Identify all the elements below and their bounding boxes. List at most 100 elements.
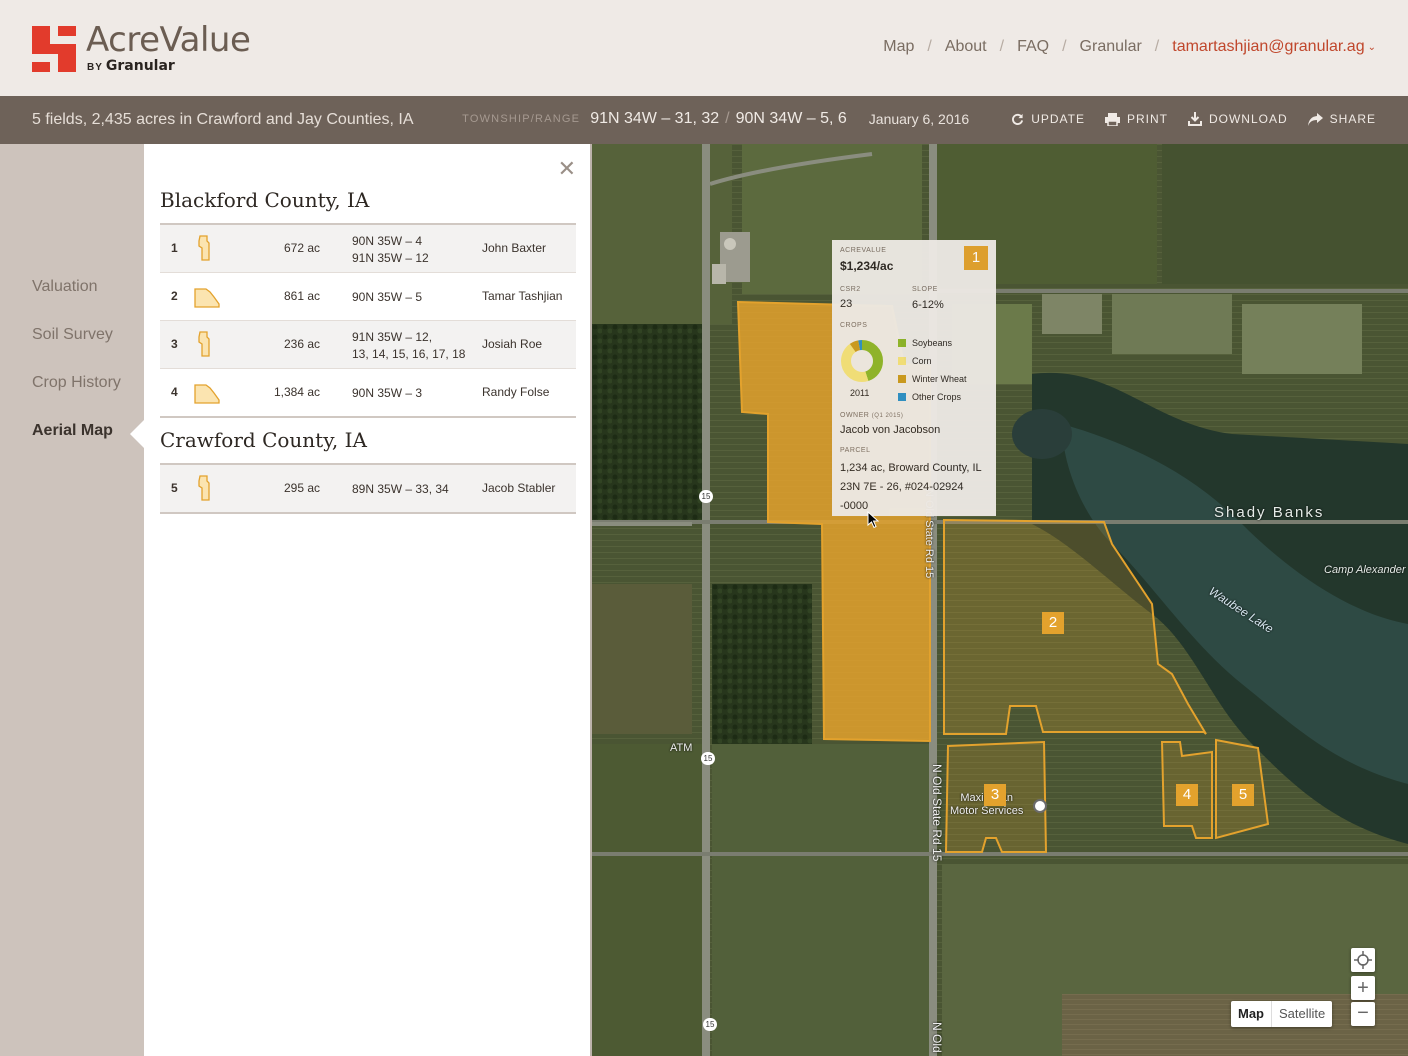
printer-icon <box>1104 112 1120 126</box>
report-date: January 6, 2016 <box>868 111 970 127</box>
chevron-down-icon[interactable]: ⌄ <box>1368 42 1376 53</box>
share-icon <box>1307 112 1323 126</box>
report-summary: 5 fields, 2,435 acres in Crawford and Ja… <box>32 111 414 128</box>
crop-swatch <box>898 393 906 401</box>
field-marker[interactable]: 2 <box>1042 612 1064 634</box>
crop-name: Other Crops <box>912 392 962 402</box>
crosshair-icon <box>1354 951 1372 969</box>
user-menu[interactable]: tamartashjian@granular.ag <box>1172 38 1364 56</box>
field-number: 1 <box>171 241 178 255</box>
download-button[interactable]: DOWNLOAD <box>1187 112 1288 126</box>
sidebar-item-soil-survey[interactable]: Soil Survey <box>32 326 113 344</box>
table-row[interactable]: 3 236 ac 91N 35W – 12, 13, 14, 15, 16, 17… <box>160 321 576 369</box>
tooltip-acrevalue: $1,234/ac <box>840 259 894 273</box>
map-label-atm: ATM <box>670 742 693 754</box>
download-icon <box>1187 112 1202 126</box>
sidebar-item-valuation[interactable]: Valuation <box>32 278 98 296</box>
parcel-line: -0000 <box>840 500 869 512</box>
map-label-road: N Old State Rd 15 <box>930 764 944 862</box>
crop-legend-item: Other Crops <box>898 392 961 402</box>
crop-name: Soybeans <box>912 338 953 348</box>
aerial-map[interactable]: Shady Banks Camp Alexander Waubee Lake N… <box>592 144 1408 1056</box>
township-range-label: TOWNSHIP/RANGE <box>462 113 581 125</box>
crop-name: Winter Wheat <box>912 374 967 384</box>
brand-byline: BY Granular <box>87 57 175 74</box>
acrevalue-logo-icon[interactable] <box>32 26 76 72</box>
trs-line: 13, 14, 15, 16, 17, 18 <box>352 347 466 361</box>
owner-sublabel: (Q1 2015) <box>871 413 904 419</box>
refresh-icon <box>1012 113 1024 125</box>
byline-prefix: BY <box>87 62 103 73</box>
field-owner: Jacob Stabler <box>482 481 556 495</box>
route-shield-icon: 15 <box>699 490 713 503</box>
township-range-value: 90N 34W – 5, 6 <box>735 110 847 127</box>
route-shield-icon: 15 <box>701 752 715 765</box>
map-label-shady-banks: Shady Banks <box>1214 504 1325 521</box>
field-number: 3 <box>171 337 178 351</box>
field-shape-icon <box>194 384 220 404</box>
field-township-range: 90N 35W – 5 <box>352 290 423 304</box>
map-type-map[interactable]: Map <box>1231 1001 1272 1027</box>
nav-separator: / <box>927 38 932 55</box>
trs-line: 91N 35W – 12, <box>352 330 433 344</box>
sidebar-item-aerial-map[interactable]: Aerial Map <box>32 422 113 440</box>
print-button[interactable]: PRINT <box>1104 112 1168 126</box>
download-label: DOWNLOAD <box>1208 112 1288 126</box>
print-label: PRINT <box>1126 112 1168 126</box>
locate-button[interactable] <box>1351 948 1375 972</box>
close-icon[interactable]: ✕ <box>558 156 576 182</box>
business-pin-icon <box>1033 799 1047 813</box>
app-header: AcreValue BY Granular Map / About / FAQ /… <box>0 0 1408 96</box>
map-type-toggle: Map Satellite <box>1231 1001 1333 1027</box>
nav-map[interactable]: Map <box>883 38 914 56</box>
tooltip-label: OWNER (Q1 2015) <box>840 412 903 419</box>
top-nav: Map / About / FAQ / Granular / tamartash… <box>883 38 1376 56</box>
county-heading: Blackford County, IA <box>160 188 370 212</box>
cursor-icon <box>867 511 879 529</box>
section-sidebar: Valuation Soil Survey Crop History Aeria… <box>0 144 144 1056</box>
field-shape-icon <box>198 235 210 261</box>
nav-separator: / <box>1154 38 1160 55</box>
nav-granular[interactable]: Granular <box>1080 38 1142 56</box>
table-row[interactable]: 5 295 ac 89N 35W – 33, 34 Jacob Stabler <box>160 465 576 512</box>
zoom-in-button[interactable]: + <box>1351 976 1375 1000</box>
tooltip-owner: Jacob von Jacobson <box>840 424 941 436</box>
tooltip-field-badge: 1 <box>964 246 988 270</box>
active-pointer <box>130 420 144 448</box>
tooltip-label: SLOPE <box>912 286 938 293</box>
field-marker[interactable]: 4 <box>1176 784 1198 806</box>
field-shape-icon <box>198 331 210 357</box>
nav-faq[interactable]: FAQ <box>1017 38 1049 56</box>
crop-swatch <box>898 339 906 347</box>
zoom-out-button[interactable]: − <box>1351 1002 1375 1026</box>
county-heading: Crawford County, IA <box>160 428 367 452</box>
crop-swatch <box>898 357 906 365</box>
field-acres: 1,384 ac <box>273 385 320 399</box>
business-line: Motor Services <box>950 805 1024 817</box>
field-township-range: 90N 35W – 4 91N 35W – 12 <box>352 233 429 267</box>
table-row[interactable]: 4 1,384 ac 90N 35W – 3 Randy Folse <box>160 369 576 416</box>
crops-donut-chart <box>841 340 883 382</box>
sidebar-item-crop-history[interactable]: Crop History <box>32 374 121 392</box>
field-marker[interactable]: 3 <box>984 784 1006 806</box>
field-marker[interactable]: 5 <box>1232 784 1254 806</box>
tooltip-label: CROPS <box>840 322 868 329</box>
field-township-range: 90N 35W – 3 <box>352 386 423 400</box>
brand-name[interactable]: AcreValue <box>86 20 251 60</box>
field-owner: John Baxter <box>482 241 547 255</box>
table-row[interactable]: 1 672 ac 90N 35W – 4 91N 35W – 12 John Ba… <box>160 225 576 273</box>
field-acres: 295 ac <box>283 481 320 495</box>
byline-company: Granular <box>105 58 175 74</box>
field-township-range: 89N 35W – 33, 34 <box>352 482 449 496</box>
map-type-satellite[interactable]: Satellite <box>1272 1001 1332 1027</box>
report-toolbar: 5 fields, 2,435 acres in Crawford and Ja… <box>0 96 1408 144</box>
update-button[interactable]: UPDATE <box>1011 112 1085 126</box>
tooltip-label: CSR2 <box>840 286 861 293</box>
share-label: SHARE <box>1329 112 1376 126</box>
nav-about[interactable]: About <box>945 38 987 56</box>
share-button[interactable]: SHARE <box>1307 112 1376 126</box>
tooltip-parcel: 1,234 ac, Broward County, IL 23N 7E - 26,… <box>840 459 982 516</box>
toolbar-right: TOWNSHIP/RANGE 91N 34W – 31, 32 / 90N 34… <box>462 110 1376 128</box>
crops-year: 2011 <box>850 388 870 398</box>
table-row[interactable]: 2 861 ac 90N 35W – 5 Tamar Tashjian <box>160 273 576 321</box>
